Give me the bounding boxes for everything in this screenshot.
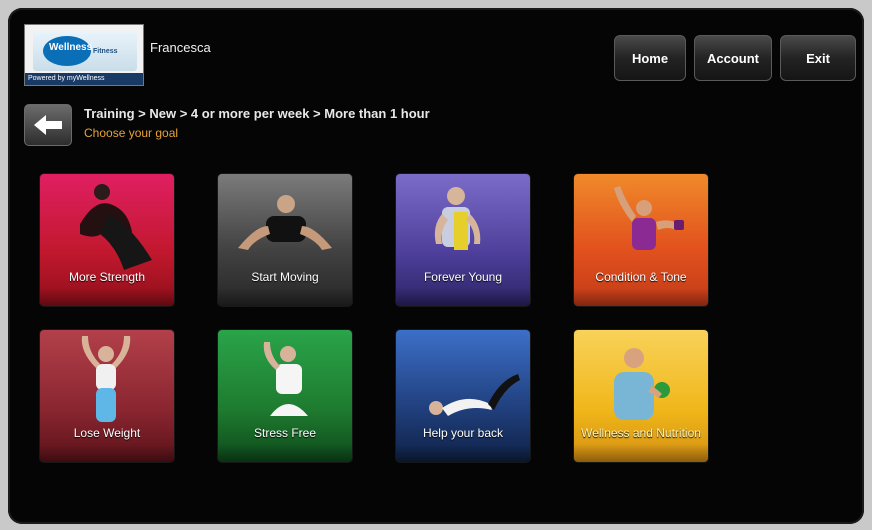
- senior-figure-icon: [434, 187, 481, 250]
- goal-tile-condition-tone[interactable]: Condition & Tone: [574, 174, 708, 306]
- logo-mark: Wellness Fitness: [33, 31, 137, 71]
- kiosk-screen: Wellness Fitness Powered by myWellness F…: [8, 8, 864, 524]
- logo-text: Wellness: [49, 42, 93, 53]
- goal-label: Help your back: [422, 426, 504, 440]
- goal-tile-wellness-nutrition[interactable]: Wellness and Nutrition: [574, 330, 708, 462]
- goal-tile-start-moving[interactable]: Start Moving: [218, 174, 352, 306]
- user-name: Francesca: [150, 40, 211, 55]
- breadcrumb: Training > New > 4 or more per week > Mo…: [84, 106, 430, 121]
- page-subtitle: Choose your goal: [84, 126, 179, 140]
- goal-tile-help-your-back[interactable]: Help your back: [396, 330, 530, 462]
- relax-figure-icon: [263, 342, 308, 416]
- goal-label: Stress Free: [253, 426, 316, 440]
- goal-label: Wellness and Nutrition: [581, 426, 701, 440]
- toning-figure-icon: [614, 186, 684, 250]
- goal-tile-more-strength[interactable]: More Strength: [40, 174, 174, 306]
- nutrition-figure-icon: [614, 348, 670, 420]
- goal-tile-forever-young[interactable]: Forever Young: [396, 174, 530, 306]
- goal-label: Start Moving: [251, 270, 319, 284]
- home-button[interactable]: Home: [614, 35, 686, 81]
- pushup-figure-icon: [238, 195, 332, 250]
- goal-label: Lose Weight: [73, 426, 141, 440]
- goal-label: More Strength: [68, 270, 146, 284]
- back-stretch-figure-icon: [429, 374, 520, 416]
- exit-button[interactable]: Exit: [780, 35, 856, 81]
- back-button[interactable]: [24, 104, 72, 146]
- goal-label: Forever Young: [423, 270, 503, 284]
- account-button[interactable]: Account: [694, 35, 772, 81]
- goal-tile-stress-free[interactable]: Stress Free: [218, 330, 352, 462]
- goal-tile-lose-weight[interactable]: Lose Weight: [40, 330, 174, 462]
- goal-label: Condition & Tone: [595, 270, 687, 284]
- logo-footer-text: Powered by myWellness: [25, 73, 143, 85]
- strength-figure-icon: [80, 184, 152, 270]
- logo-subtext: Fitness: [93, 48, 118, 55]
- brand-logo: Wellness Fitness Powered by myWellness: [24, 24, 144, 86]
- stretch-figure-icon: [81, 336, 131, 422]
- back-arrow-icon: [34, 115, 62, 135]
